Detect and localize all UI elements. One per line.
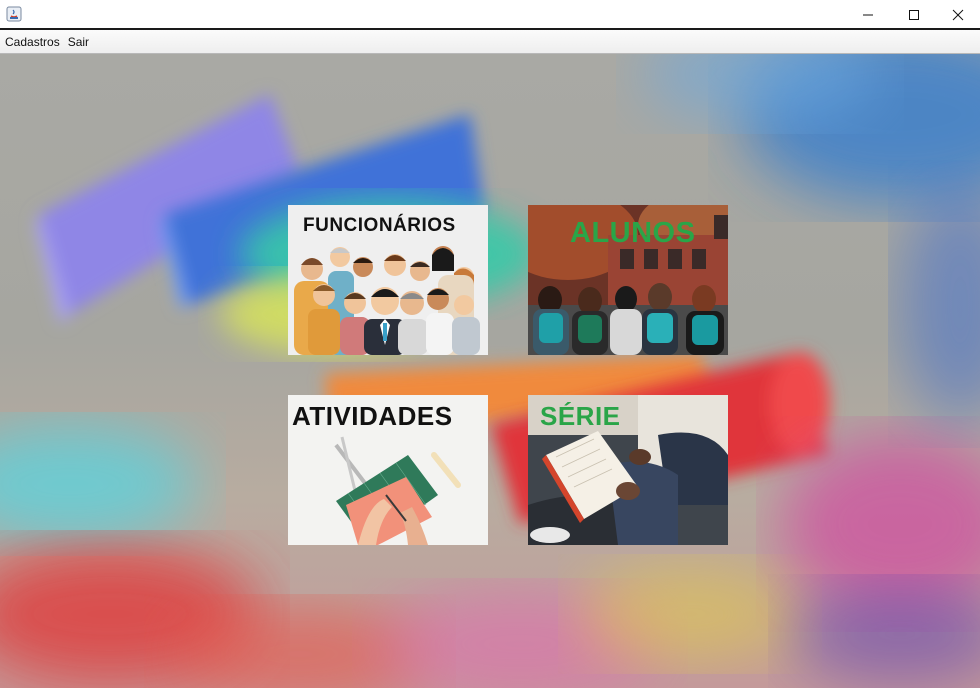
window-titlebar [0,0,980,30]
tile-label-atividades: ATIVIDADES [292,401,453,431]
tile-label-serie: SÉRIE [540,401,621,431]
maximize-button[interactable] [891,0,937,30]
main-content: FUNCIONÁRIOS ALUNOS ATIVIDADES SÉRIE [0,54,980,688]
minimize-icon [863,14,873,16]
tile-label-funcionarios: FUNCIONÁRIOS [303,215,456,236]
menu-cadastros[interactable]: Cadastros [2,33,63,51]
close-icon [952,9,964,21]
tile-label-alunos: ALUNOS [570,217,696,249]
menu-bar: Cadastros Sair [0,30,980,54]
java-app-icon [6,6,22,22]
chalk-background-image [0,54,980,688]
tile-serie[interactable]: SÉRIE [528,395,728,545]
maximize-icon [909,10,919,20]
tile-funcionarios[interactable]: FUNCIONÁRIOS [288,205,488,355]
close-button[interactable] [935,0,980,30]
menu-sair[interactable]: Sair [65,33,92,51]
minimize-button[interactable] [845,0,891,30]
tile-alunos[interactable]: ALUNOS [528,205,728,355]
tile-atividades[interactable]: ATIVIDADES [288,395,488,545]
